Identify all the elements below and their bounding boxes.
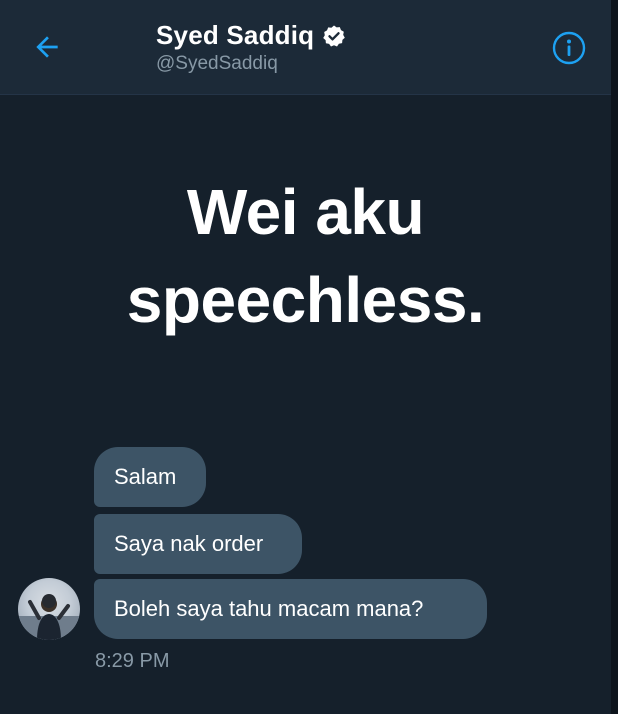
conversation-header: Syed Saddiq @SyedSaddiq <box>0 0 611 95</box>
caption-line-2: speechless. <box>126 264 485 336</box>
user-handle: @SyedSaddiq <box>156 53 278 74</box>
message-bubble[interactable]: Saya nak order <box>94 514 302 574</box>
message-text: Boleh saya tahu macam mana? <box>114 596 424 621</box>
message-timestamp: 8:29 PM <box>95 650 170 672</box>
edge-strip <box>611 0 618 714</box>
message-text: Saya nak order <box>114 531 264 556</box>
avatar[interactable] <box>18 578 80 640</box>
back-arrow-icon <box>36 36 58 58</box>
avatar-image <box>18 594 80 640</box>
name-row: Syed Saddiq <box>156 20 346 51</box>
message-bubble[interactable]: Boleh saya tahu macam mana? <box>94 579 487 639</box>
info-icon[interactable] <box>552 31 586 65</box>
back-button[interactable] <box>30 30 64 64</box>
conversation-title[interactable]: Syed Saddiq @SyedSaddiq <box>156 20 346 75</box>
message-bubble[interactable]: Salam <box>94 447 206 507</box>
message-text: Salam <box>114 464 177 489</box>
verified-badge-icon <box>323 25 346 46</box>
caption-line-1: Wei aku <box>186 176 425 248</box>
overlay-caption: Wei aku speechless. <box>0 168 611 344</box>
display-name: Syed Saddiq <box>156 20 315 50</box>
